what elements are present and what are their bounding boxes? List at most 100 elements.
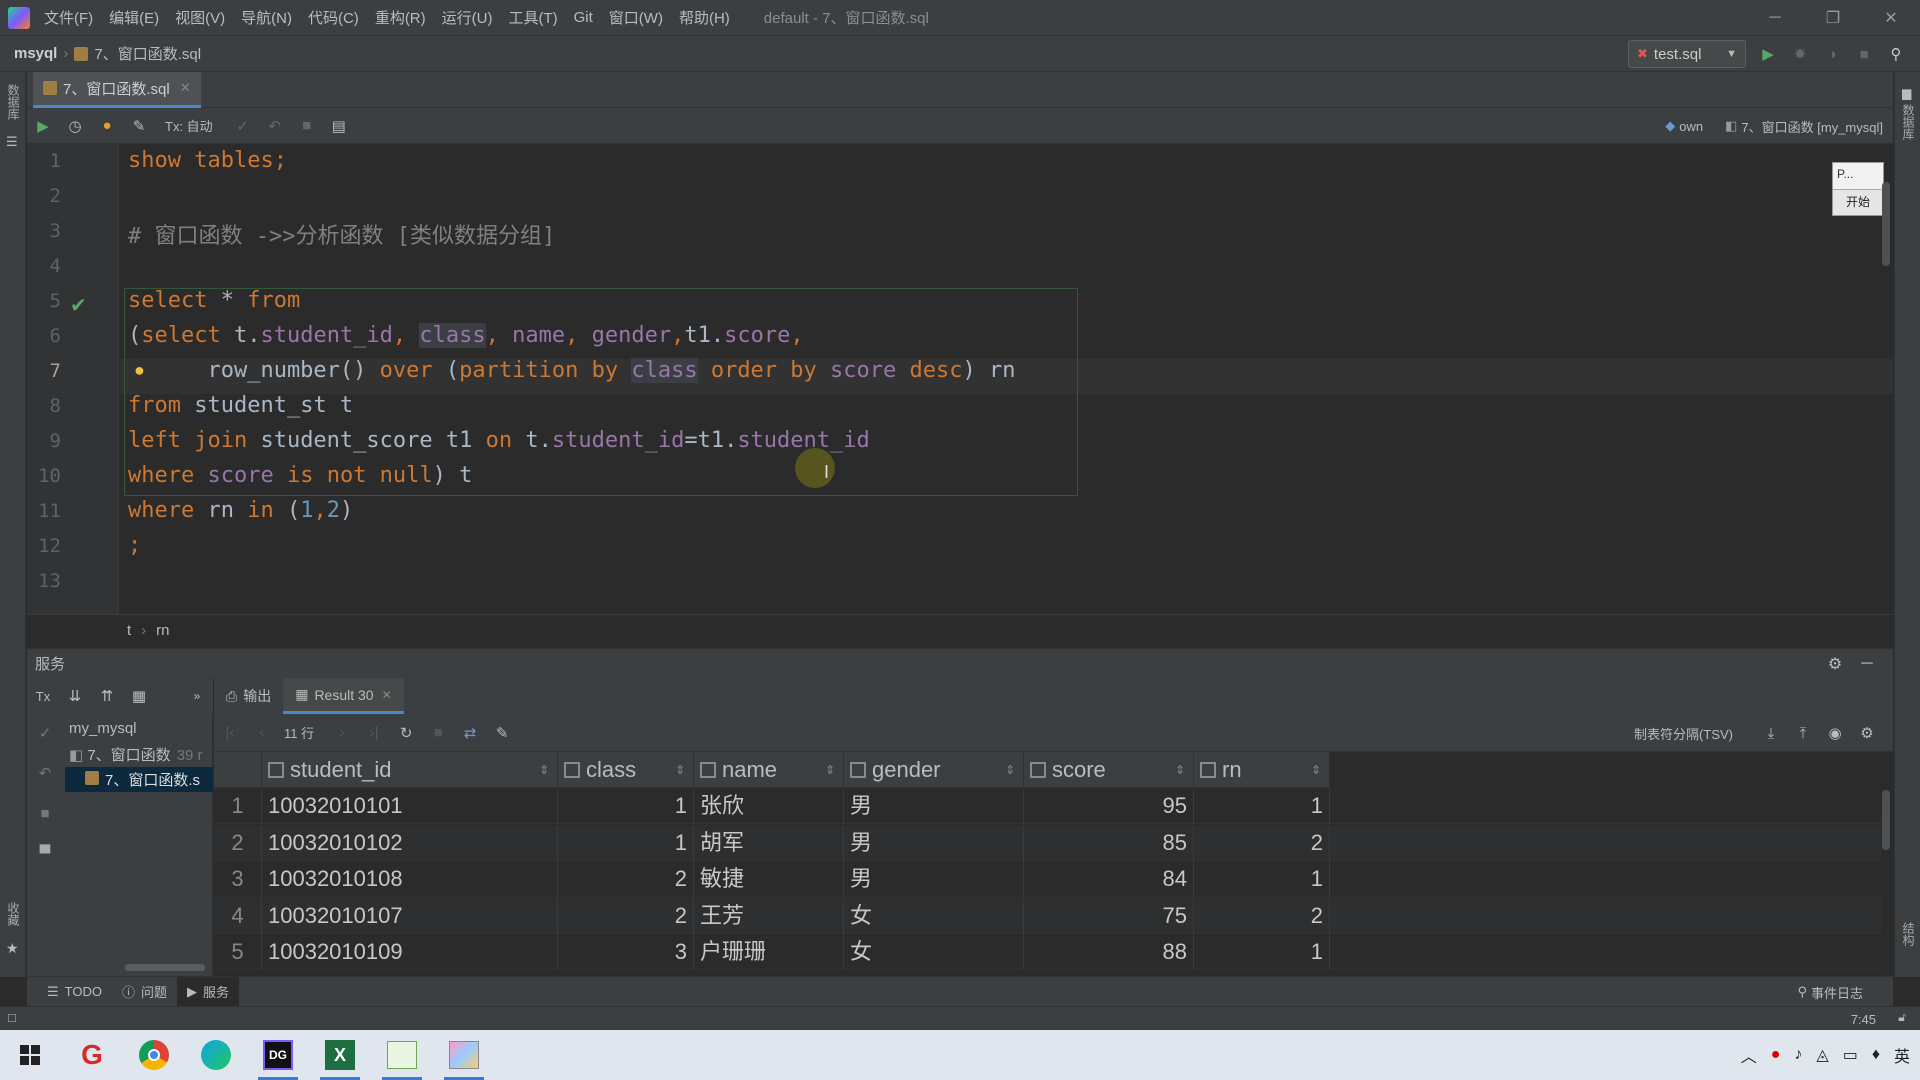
table-cell[interactable]: 男 (844, 824, 1024, 861)
rollback-icon[interactable]: ↶ (27, 754, 63, 794)
search-icon[interactable]: ⚲ (1880, 45, 1912, 63)
table-cell[interactable]: 胡军 (694, 824, 844, 861)
table-cell[interactable]: 敏捷 (694, 861, 844, 897)
sort-icon[interactable]: ⇕ (675, 763, 685, 777)
chevron-up-icon[interactable]: ︿ (1741, 1043, 1757, 1067)
stop-icon[interactable]: ■ (422, 724, 454, 741)
stop-icon[interactable]: ■ (27, 794, 63, 834)
transpose-icon[interactable]: ⇄ (454, 724, 486, 742)
chart-app-icon[interactable] (382, 1035, 422, 1080)
commit-icon[interactable]: ✓ (227, 117, 259, 135)
table-row[interactable]: 3 10032010108 2 敏捷男 84 1 (214, 861, 1881, 897)
windows-start-icon[interactable] (10, 1035, 50, 1075)
event-log-button[interactable]: ⚲ 事件日志 (1797, 977, 1863, 1007)
commit-icon[interactable]: ✓ (27, 714, 63, 754)
transaction-mode-dropdown[interactable]: Tx: 自动 (165, 116, 213, 135)
pin-icon[interactable]: ✎ (486, 724, 518, 742)
layout-icon[interactable]: ▤ (323, 117, 355, 135)
table-cell[interactable]: 3 (558, 934, 694, 970)
table-cell[interactable]: 10032010102 (262, 824, 558, 861)
column-header-class[interactable]: class ⇕ (558, 752, 694, 788)
sort-icon[interactable]: ⇕ (1175, 763, 1185, 777)
column-header-name[interactable]: name ⇕ (694, 752, 844, 788)
close-window-icon[interactable]: ✕ (1862, 8, 1920, 28)
run-config-dropdown[interactable]: ✖ test.sql ▼ (1628, 40, 1746, 68)
column-header-score[interactable]: score ⇕ (1024, 752, 1194, 788)
table-cell[interactable]: 男 (844, 861, 1024, 897)
history-icon[interactable]: ◷ (59, 117, 91, 135)
table-cell[interactable]: 85 (1024, 824, 1194, 861)
run-icon[interactable]: ▶ (1752, 45, 1784, 63)
table-cell[interactable]: 2 (558, 861, 694, 897)
collapse-all-icon[interactable]: ⇈ (91, 687, 123, 705)
menu-code[interactable]: 代码(C) (308, 7, 359, 28)
table-cell[interactable]: 95 (1024, 788, 1194, 824)
excel-icon[interactable]: X (320, 1035, 360, 1080)
table-cell[interactable]: 10032010107 (262, 897, 558, 934)
menu-file[interactable]: 文件(F) (44, 7, 93, 28)
table-row[interactable]: 1 10032010101 1 张欣男 95 1 (214, 788, 1881, 824)
prev-page-icon[interactable]: ‹ (246, 724, 278, 741)
menu-view[interactable]: 视图(V) (175, 7, 225, 28)
datagrip-icon[interactable]: DG (258, 1035, 298, 1080)
table-cell[interactable]: 男 (844, 788, 1024, 824)
menu-git[interactable]: Git (574, 9, 593, 26)
file-crumb[interactable]: 7、窗口函数.sql (94, 43, 201, 64)
minimize-icon[interactable]: ─ (1746, 9, 1804, 27)
table-row[interactable]: 5 10032010109 3 户珊珊女 88 1 (214, 934, 1881, 970)
table-cell[interactable]: 75 (1024, 897, 1194, 934)
restore-icon[interactable]: ❐ (1804, 8, 1862, 28)
table-cell[interactable]: 10032010109 (262, 934, 558, 970)
chrome-icon[interactable] (134, 1035, 174, 1075)
result-grid[interactable]: student_id ⇕ class ⇕ name ⇕ gender ⇕ score ⇕ rn ⇕ 1 1… (214, 752, 1881, 976)
table-cell[interactable]: 10032010108 (262, 861, 558, 897)
battery-icon[interactable]: ▭ (1843, 1045, 1858, 1065)
caret-position[interactable]: 7:45 (1851, 1007, 1876, 1031)
hide-panel-icon[interactable]: ─ (1851, 655, 1883, 673)
breadcrumb-item-t[interactable]: t (127, 622, 131, 639)
gear-icon[interactable]: ⚙ (1851, 724, 1883, 742)
table-cell[interactable]: 1 (558, 788, 694, 824)
table-cell[interactable]: 1 (558, 824, 694, 861)
group-icon[interactable]: ▦ (123, 687, 155, 705)
close-tab-icon[interactable]: ✕ (180, 80, 191, 96)
menu-tools[interactable]: 工具(T) (508, 7, 557, 28)
editor-tab-active[interactable]: 7、窗口函数.sql ✕ (33, 71, 201, 108)
table-cell[interactable]: 1 (1194, 861, 1330, 897)
tab-result[interactable]: ▦ Result 30 ✕ (283, 678, 404, 714)
tree-node-session[interactable]: ◧ 7、窗口函数 39 r (69, 744, 203, 765)
table-cell[interactable]: 户珊珊 (694, 934, 844, 970)
table-cell[interactable]: 王芳 (694, 897, 844, 934)
grid-scrollbar[interactable] (1882, 790, 1890, 850)
start-button[interactable]: 开始 (1833, 189, 1883, 215)
table-row[interactable]: 2 10032010102 1 胡军男 85 2 (214, 824, 1881, 861)
app-g-icon[interactable]: G (72, 1035, 112, 1075)
tree-node-connection[interactable]: my_mysql (69, 720, 137, 737)
layout-icon[interactable]: ▀ (27, 834, 63, 874)
expand-all-icon[interactable]: ⇊ (59, 687, 91, 705)
table-cell[interactable]: 2 (558, 897, 694, 934)
menu-window[interactable]: 窗口(W) (609, 7, 663, 28)
console-dropdown[interactable]: 7、窗口函数 [my_mysql] (1741, 117, 1883, 136)
explain-plan-icon[interactable]: ● (91, 117, 123, 134)
menu-edit[interactable]: 编辑(E) (109, 7, 159, 28)
editor-scrollbar[interactable] (1882, 182, 1890, 266)
next-page-icon[interactable]: › (326, 724, 358, 741)
settings-wrench-icon[interactable]: ✎ (123, 117, 155, 135)
close-tab-icon[interactable]: ✕ (382, 688, 392, 702)
gear-icon[interactable]: ⚙ (1819, 654, 1851, 674)
table-cell[interactable]: 1 (1194, 934, 1330, 970)
layout-toggle-icon[interactable]: □ (8, 1010, 16, 1025)
sort-icon[interactable]: ⇕ (1005, 763, 1015, 777)
table-row[interactable]: 4 10032010107 2 王芳女 75 2 (214, 897, 1881, 934)
edge-icon[interactable] (196, 1035, 236, 1075)
favorites-tool-tab[interactable]: 收藏 (5, 902, 22, 926)
column-header-rn[interactable]: rn ⇕ (1194, 752, 1330, 788)
network-icon[interactable]: ◬ (1816, 1045, 1828, 1065)
table-cell[interactable]: 女 (844, 897, 1024, 934)
export-format-dropdown[interactable]: 制表符分隔(TSV) (1634, 724, 1733, 743)
refresh-icon[interactable]: ↻ (390, 724, 422, 742)
menu-run[interactable]: 运行(U) (442, 7, 493, 28)
column-header-student-id[interactable]: student_id ⇕ (262, 752, 558, 788)
tab-problems[interactable]: ⓘ 问题 (112, 977, 177, 1007)
